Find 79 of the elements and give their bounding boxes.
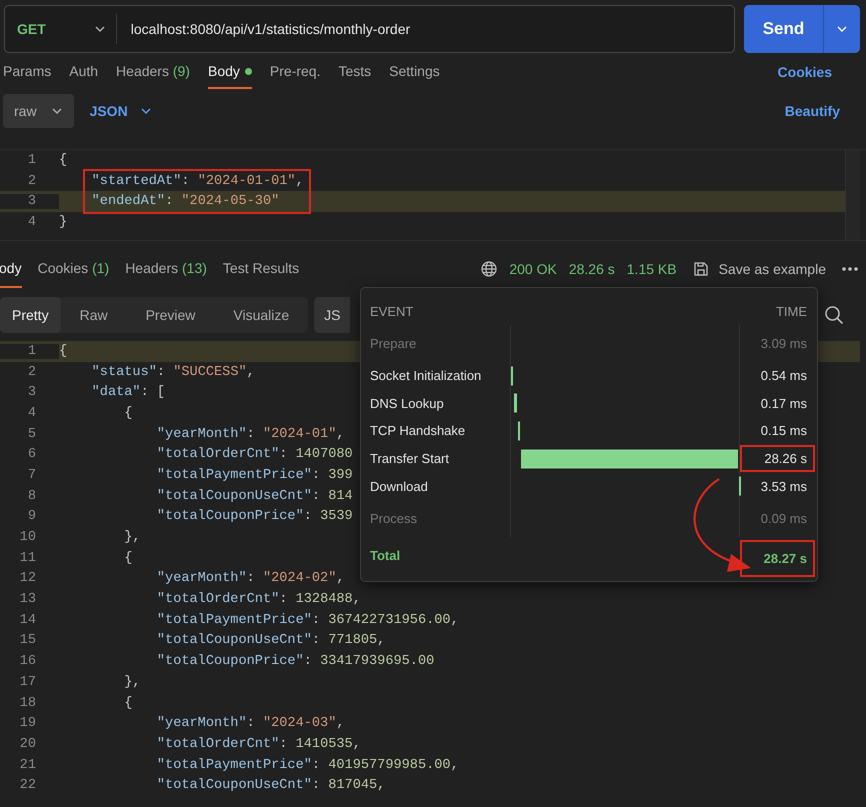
request-tab[interactable]: Pre-req. — [270, 55, 320, 89]
request-tab[interactable]: Auth — [69, 55, 98, 89]
event-time: 0.17 ms — [760, 396, 807, 411]
code-line: "totalCouponUseCnt": 817045, — [156, 778, 386, 794]
code-line: "totalPaymentPrice": 367422731956.00, — [156, 612, 459, 628]
code-line: }, — [123, 530, 141, 546]
event-time: 0.15 ms — [760, 423, 807, 438]
code-line: "endedAt": "2024-05-30" — [90, 194, 280, 210]
code-line: "totalOrderCnt": 1328488, — [156, 592, 361, 608]
request-tab[interactable]: Tests — [338, 55, 372, 89]
language-dropdown[interactable]: JSON — [90, 103, 152, 119]
code-line: "totalOrderCnt": 1410535, — [156, 736, 361, 752]
response-tab[interactable]: Headers (13) — [125, 250, 207, 288]
code-line: { — [123, 550, 132, 566]
request-tab[interactable]: Headers (9) — [116, 55, 190, 89]
code-line: "status": "SUCCESS", — [90, 364, 255, 380]
code-line: "totalCouponPrice": 33417939695.00 — [156, 654, 434, 670]
code-line: } — [59, 214, 68, 230]
event-time: 3.53 ms — [760, 478, 807, 494]
scrollbar[interactable] — [845, 150, 860, 240]
url-text: localhost:8080/api/v1/statistics/monthly-order — [130, 21, 410, 37]
event-name: TCP Handshake — [370, 423, 466, 438]
event-name: Process — [370, 510, 418, 526]
event-name: Prepare — [370, 336, 418, 351]
event-name: Download — [370, 478, 429, 494]
code-line: { — [59, 152, 68, 168]
code-line: { — [123, 406, 132, 421]
column-header: EVENT — [370, 304, 414, 319]
code-line: "totalCouponUseCnt": 771805, — [156, 633, 386, 648]
request-body-editor[interactable]: 1 { 2 "startedAt": "2024-01-01", 3 "endedAt": "2024-05-30" 4 } — [0, 149, 866, 241]
request-tab[interactable]: Params — [3, 55, 52, 89]
response-time[interactable]: 28.26 s — [568, 261, 615, 277]
response-size: 1.15 KB — [626, 261, 677, 277]
response-tab[interactable]: Cookies (1) — [38, 250, 110, 288]
line-number: 3 — [0, 194, 59, 210]
format-dropdown[interactable]: JS — [314, 297, 350, 333]
response-tab[interactable]: Test Results — [222, 250, 300, 288]
status-code: 200 OK — [509, 261, 557, 277]
more-icon[interactable] — [842, 266, 858, 272]
save-icon[interactable] — [692, 261, 709, 277]
code-line: "yearMonth": "2024-02", — [156, 571, 345, 586]
event-time: 0.09 ms — [760, 510, 807, 526]
code-line: { — [123, 696, 132, 711]
request-tab[interactable]: Body — [208, 55, 252, 89]
code-line: "yearMonth": "2024-03", — [156, 716, 345, 732]
event-time: 0.54 ms — [760, 368, 807, 384]
event-time: 28.27 s — [762, 551, 808, 566]
body-type-dropdown[interactable]: raw — [3, 94, 74, 128]
event-name: DNS Lookup — [370, 396, 445, 411]
send-button[interactable]: Send — [744, 5, 824, 53]
event-name: Socket Initialization — [370, 368, 482, 384]
code-line: { — [59, 344, 68, 359]
request-tab[interactable]: Settings — [389, 55, 440, 89]
code-line: "totalPaymentPrice": 399 — [156, 468, 353, 483]
search-icon[interactable] — [824, 305, 844, 325]
code-line: "data": [ — [90, 385, 166, 400]
event-name: Total — [370, 548, 402, 564]
code-line: }, — [123, 674, 141, 690]
save-as-example-button[interactable]: Save as example — [718, 261, 826, 277]
view-mode-tab[interactable]: Raw — [60, 297, 127, 333]
view-mode-tab[interactable]: Pretty — [0, 297, 61, 333]
method-dropdown[interactable]: GET — [5, 14, 117, 44]
event-time: 28.26 s — [763, 451, 808, 466]
view-mode-tab[interactable]: Visualize — [214, 297, 308, 333]
globe-icon[interactable] — [481, 261, 498, 277]
view-mode-tab[interactable]: Preview — [126, 297, 214, 333]
cookies-link[interactable]: Cookies — [778, 64, 832, 80]
code-line: "yearMonth": "2024-01", — [156, 426, 345, 442]
beautify-link[interactable]: Beautify — [784, 103, 840, 119]
code-line: "totalCouponPrice": 3539 — [156, 509, 353, 524]
code-line: "totalOrderCnt": 1407080 — [156, 447, 353, 462]
line-number: 1 — [0, 344, 59, 359]
code-line: "startedAt": "2024-01-01", — [90, 174, 304, 189]
code-line: "totalPaymentPrice": 401957799985.00, — [156, 758, 459, 773]
column-header: TIME — [776, 304, 807, 319]
url-field[interactable]: GET localhost:8080/api/v1/statistics/monthly-order — [4, 5, 735, 53]
code-line: "totalCouponUseCnt": 814 — [156, 488, 353, 504]
event-time: 3.09 ms — [760, 336, 807, 351]
event-name: Transfer Start — [370, 451, 450, 466]
